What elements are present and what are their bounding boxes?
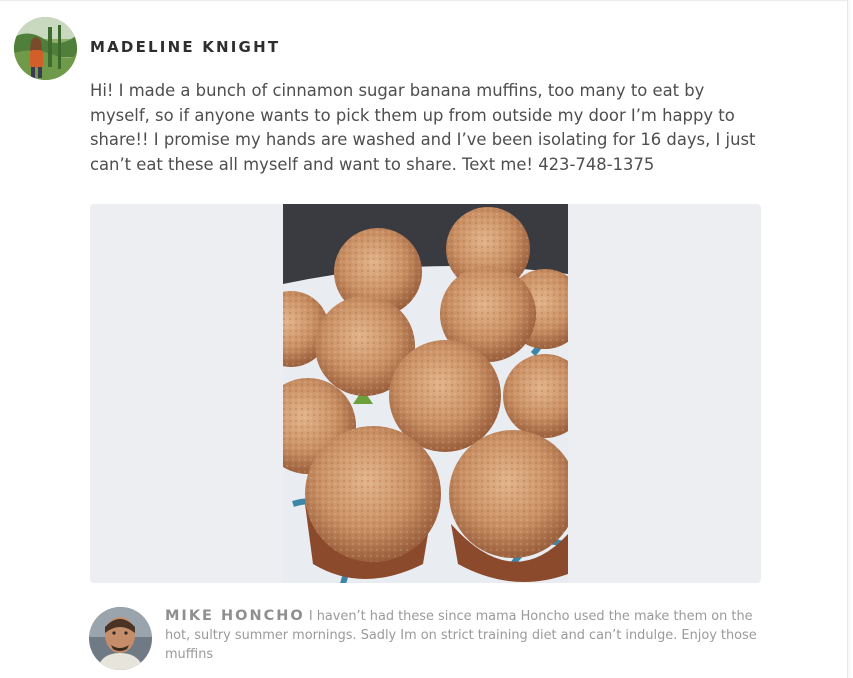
- comment: MIKE HONCHO I haven’t had these since ma…: [165, 607, 765, 665]
- post-photo[interactable]: [283, 204, 568, 583]
- muffins-photo-icon: [283, 204, 568, 583]
- post-author-name[interactable]: MADELINE KNIGHT: [90, 38, 280, 56]
- post-media-frame: [90, 204, 761, 583]
- comment-author-name[interactable]: MIKE HONCHO: [165, 608, 305, 624]
- comment-author-avatar[interactable]: [89, 607, 152, 670]
- post-body-text: Hi! I made a bunch of cinnamon sugar ban…: [90, 81, 756, 174]
- post-card: MADELINE KNIGHT Hi! I made a bunch of ci…: [0, 0, 848, 678]
- author-avatar[interactable]: [14, 17, 77, 80]
- avatar-photo-icon: [14, 17, 77, 80]
- avatar-photo-icon: [89, 607, 152, 670]
